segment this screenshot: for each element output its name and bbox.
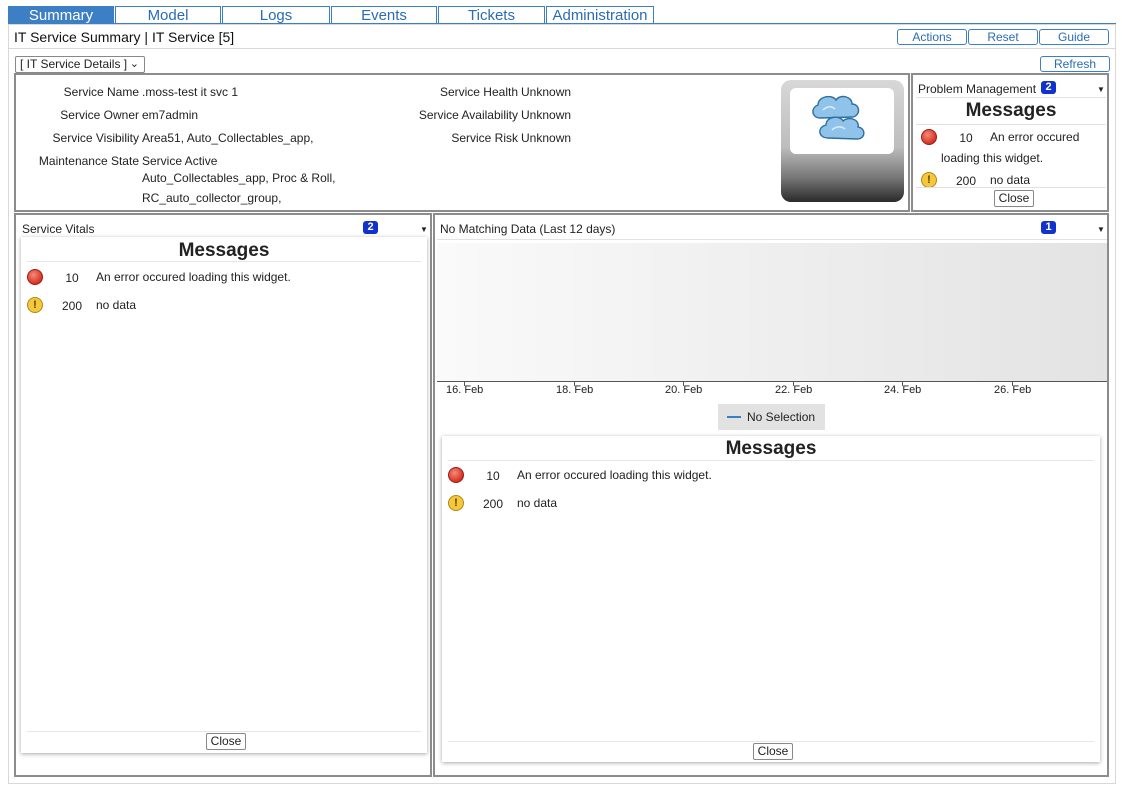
- service-owner-value: em7admin: [142, 108, 199, 122]
- service-risk-label: Service Risk: [451, 131, 518, 145]
- visibility-continued-2: RC_auto_collector_group,: [142, 191, 282, 205]
- divider: [27, 731, 421, 732]
- no-matching-data-badge: 1: [1041, 221, 1056, 234]
- warning-icon: !: [27, 297, 43, 313]
- page-title: IT Service Summary | IT Service [5]: [14, 29, 235, 45]
- view-selector-value: [ IT Service Details ]: [20, 57, 128, 71]
- error-icon: [448, 467, 464, 483]
- no-matching-data-title: No Matching Data (Last 12 days): [440, 222, 616, 236]
- warning-count: 200: [482, 497, 504, 511]
- close-button[interactable]: Close: [206, 733, 246, 750]
- problem-management-title: Problem Management: [918, 82, 1037, 96]
- error-icon: [27, 269, 43, 285]
- tab-tickets[interactable]: Tickets: [438, 6, 545, 24]
- error-text: An error occured loading this widget.: [96, 270, 291, 284]
- messages-card: [442, 436, 1100, 762]
- service-visibility-label: Service Visibility: [52, 131, 139, 145]
- close-button[interactable]: Close: [753, 743, 793, 760]
- warning-text: no data: [517, 496, 558, 510]
- tab-logs[interactable]: Logs: [222, 6, 330, 24]
- service-vitals-title: Service Vitals: [22, 222, 95, 236]
- error-count: 10: [486, 469, 500, 483]
- service-risk-value: Unknown: [521, 131, 572, 145]
- tab-model[interactable]: Model: [115, 6, 221, 24]
- view-selector[interactable]: [ IT Service Details ] ⌄: [15, 56, 145, 73]
- close-button[interactable]: Close: [994, 190, 1034, 207]
- x-tick-label: 18. Feb: [556, 384, 594, 396]
- legend-swatch: [727, 416, 741, 418]
- tab-summary[interactable]: Summary: [8, 6, 114, 24]
- divider: [916, 187, 1106, 188]
- legend-label: No Selection: [747, 410, 816, 424]
- service-visibility-value: Area51, Auto_Collectables_app,: [142, 131, 314, 145]
- cloud-icon: [812, 95, 865, 140]
- maintenance-state-value: Service Active: [142, 154, 218, 168]
- error-text-continued: loading this widget.: [941, 151, 1044, 165]
- tab-events[interactable]: Events: [331, 6, 437, 24]
- service-availability-label: Service Availability: [418, 108, 518, 122]
- warning-text: no data: [96, 298, 137, 312]
- error-count: 10: [65, 271, 79, 285]
- service-availability-value: Unknown: [521, 108, 572, 122]
- divider: [9, 48, 1115, 49]
- service-owner-label: Service Owner: [60, 108, 139, 122]
- service-image: [781, 80, 904, 202]
- x-axis: [437, 381, 1107, 382]
- caret-down-icon[interactable]: ▼: [1097, 85, 1105, 94]
- tab-administration[interactable]: Administration: [546, 6, 654, 24]
- problem-management-badge: 2: [1041, 81, 1056, 94]
- messages-title: Messages: [725, 438, 817, 459]
- chart-legend[interactable]: No Selection: [718, 404, 825, 430]
- service-name-label: Service Name: [63, 85, 139, 99]
- error-text: An error occured: [990, 130, 1080, 144]
- divider: [916, 124, 1106, 125]
- guide-button[interactable]: Guide: [1039, 29, 1109, 45]
- error-icon: [921, 129, 937, 145]
- divider: [27, 261, 421, 262]
- divider: [448, 741, 1094, 742]
- chart-plot-area: [437, 243, 1107, 381]
- x-tick-label: 16. Feb: [446, 384, 484, 396]
- warning-icon: !: [921, 172, 937, 188]
- visibility-continued-1: Auto_Collectables_app, Proc & Roll,: [142, 171, 336, 185]
- maintenance-state-label: Maintenance State: [38, 154, 139, 168]
- warning-icon: !: [448, 495, 464, 511]
- messages-title: Messages: [965, 100, 1057, 121]
- x-tick-label: 22. Feb: [775, 384, 813, 396]
- chevron-down-icon: ⌄: [129, 58, 139, 70]
- caret-down-icon[interactable]: ▼: [420, 225, 428, 234]
- reset-button[interactable]: Reset: [968, 29, 1038, 45]
- caret-down-icon[interactable]: ▼: [1097, 225, 1105, 234]
- divider: [448, 460, 1094, 461]
- messages-title: Messages: [178, 240, 270, 261]
- x-tick-label: 24. Feb: [884, 384, 922, 396]
- actions-button[interactable]: Actions: [897, 29, 967, 45]
- warning-text: no data: [990, 173, 1031, 187]
- service-vitals-badge: 2: [363, 221, 378, 234]
- x-tick-label: 26. Feb: [994, 384, 1032, 396]
- warning-count: 200: [955, 174, 977, 188]
- error-count: 10: [959, 131, 973, 145]
- x-tick-label: 20. Feb: [665, 384, 703, 396]
- divider: [916, 97, 1106, 98]
- error-text: An error occured loading this widget.: [517, 468, 712, 482]
- divider: [437, 239, 1107, 240]
- service-health-label: Service Health: [439, 85, 518, 99]
- warning-count: 200: [61, 299, 83, 313]
- service-name-value: .moss-test it svc 1: [142, 85, 239, 99]
- messages-card: [21, 237, 427, 753]
- refresh-button[interactable]: Refresh: [1040, 56, 1110, 72]
- service-health-value: Unknown: [521, 85, 572, 99]
